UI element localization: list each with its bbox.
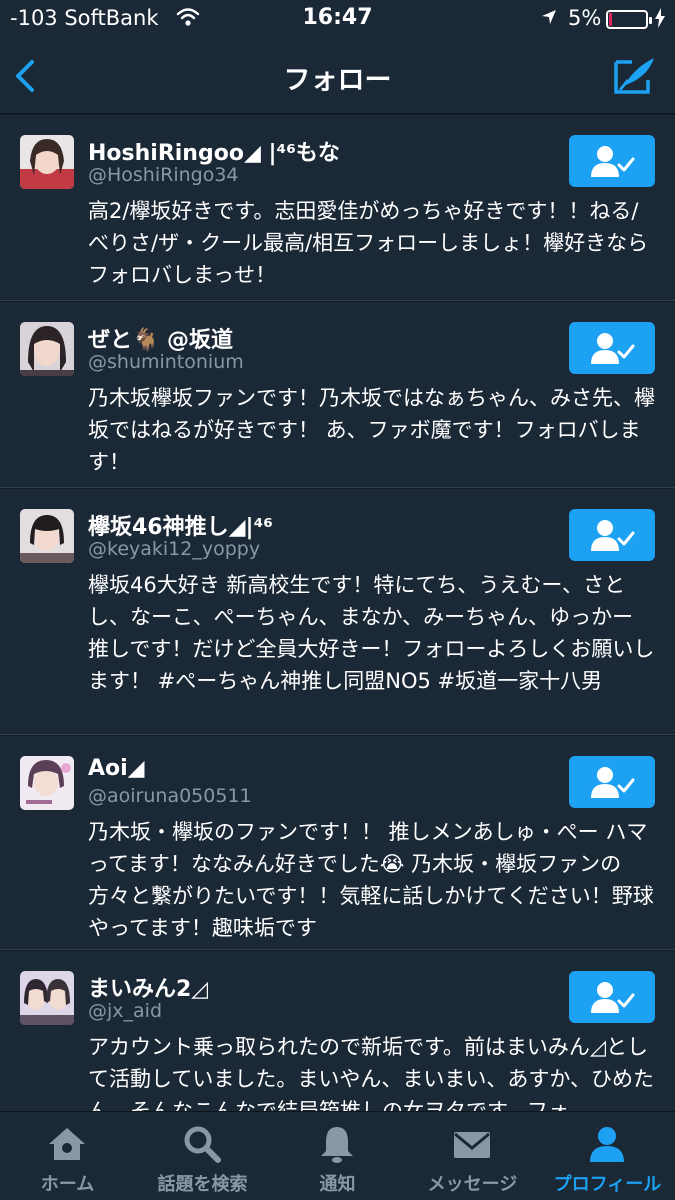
home-icon: [49, 1128, 85, 1160]
person-check-icon: [591, 982, 635, 1013]
user-bio: 乃木坂・欅坂のファンです！！ 推しメンあしゅ・ぺー ハマってます！ななみん好きで…: [88, 820, 654, 940]
user-handle: @keyaki12_yoppy: [88, 538, 261, 560]
user-name: HoshiRingoo◢ |⁴⁶もな: [88, 141, 340, 166]
bell-icon: [321, 1127, 353, 1163]
nav-bar: フォロー: [0, 38, 675, 114]
location-arrow-icon: [540, 8, 558, 30]
user-handle: @HoshiRingo34: [88, 164, 239, 186]
following-list: HoshiRingoo◢ |⁴⁶もな @HoshiRingo34 高2/欅坂好き…: [0, 115, 675, 1111]
compose-tweet-icon: [614, 58, 654, 94]
person-check-icon: [591, 520, 635, 551]
person-check-icon: [591, 333, 635, 364]
avatar[interactable]: [20, 322, 74, 376]
person-check-icon: [591, 767, 635, 798]
user-name: Aoi◢: [88, 756, 145, 781]
user-row[interactable]: HoshiRingoo◢ |⁴⁶もな @HoshiRingo34 高2/欅坂好き…: [0, 115, 675, 301]
compose-button[interactable]: [610, 54, 660, 98]
avatar[interactable]: [20, 971, 74, 1025]
following-button[interactable]: [569, 756, 655, 808]
following-button[interactable]: [569, 971, 655, 1023]
envelope-icon: [454, 1132, 490, 1158]
avatar[interactable]: [20, 509, 74, 563]
tab-home[interactable]: ホーム: [0, 1112, 135, 1200]
tab-messages-label: メッセージ: [427, 1174, 518, 1195]
following-button[interactable]: [569, 509, 655, 561]
user-row[interactable]: ぜと🐐 @坂道 @shumintonium 乃木坂欅坂ファンです！乃木坂ではなぁ…: [0, 302, 675, 488]
user-name: ぜと🐐 @坂道: [88, 328, 234, 353]
avatar[interactable]: [20, 135, 74, 189]
tab-search[interactable]: 話題を検索: [135, 1112, 270, 1200]
search-icon: [184, 1126, 221, 1163]
page-title: フォロー: [283, 65, 392, 96]
tab-home-label: ホーム: [40, 1174, 95, 1195]
user-handle: @aoiruna050511: [88, 785, 252, 807]
tab-search-label: 話題を検索: [157, 1174, 248, 1195]
user-name: まいみん2◿: [88, 977, 209, 1002]
tab-profile-label: プロフィール: [553, 1174, 662, 1195]
user-handle: @shumintonium: [88, 351, 244, 373]
user-row[interactable]: 欅坂46神推し◢|⁴⁶ @keyaki12_yoppy 欅坂46大好き 新高校生…: [0, 489, 675, 735]
tab-bar: ホーム 話題を検索 通知 メッセージ プロフィール: [0, 1111, 675, 1200]
person-check-icon: [591, 146, 635, 177]
user-bio: 欅坂46大好き 新高校生です！特にてち、うえむー、さとし、なーこ、ぺーちゃん、ま…: [88, 573, 655, 693]
user-handle: @jx_aid: [88, 1000, 163, 1022]
battery-icon: [606, 10, 652, 29]
person-icon: [590, 1127, 624, 1162]
user-bio: 乃木坂欅坂ファンです！乃木坂ではなぁちゃん、みさ先、欅坂ではねるが好きです！ あ…: [88, 386, 655, 474]
user-row[interactable]: まいみん2◿ @jx_aid アカウント乗っ取られたので新垢です。前はまいみん◿…: [0, 951, 675, 1111]
following-button[interactable]: [569, 322, 655, 374]
user-bio: アカウント乗っ取られたので新垢です。前はまいみん◿として活動していました。まいや…: [88, 1035, 654, 1111]
tab-notifications[interactable]: 通知: [270, 1112, 405, 1200]
user-row[interactable]: Aoi◢ @aoiruna050511 乃木坂・欅坂のファンです！！ 推しメンあ…: [0, 736, 675, 950]
avatar[interactable]: [20, 756, 74, 810]
user-bio: 高2/欅坂好きです。志田愛佳がめっちゃ好きです！！ねる/べりさ/ザ・クール最高/…: [88, 199, 649, 287]
user-name: 欅坂46神推し◢|⁴⁶: [88, 515, 273, 540]
status-bar: -103 SoftBank 16:47 5%: [0, 0, 675, 38]
following-button[interactable]: [569, 135, 655, 187]
tab-profile[interactable]: プロフィール: [540, 1112, 675, 1200]
tab-notifications-label: 通知: [319, 1174, 356, 1195]
battery-percent: 5%: [568, 6, 602, 30]
charging-bolt-icon: [654, 8, 666, 32]
tab-messages[interactable]: メッセージ: [405, 1112, 540, 1200]
